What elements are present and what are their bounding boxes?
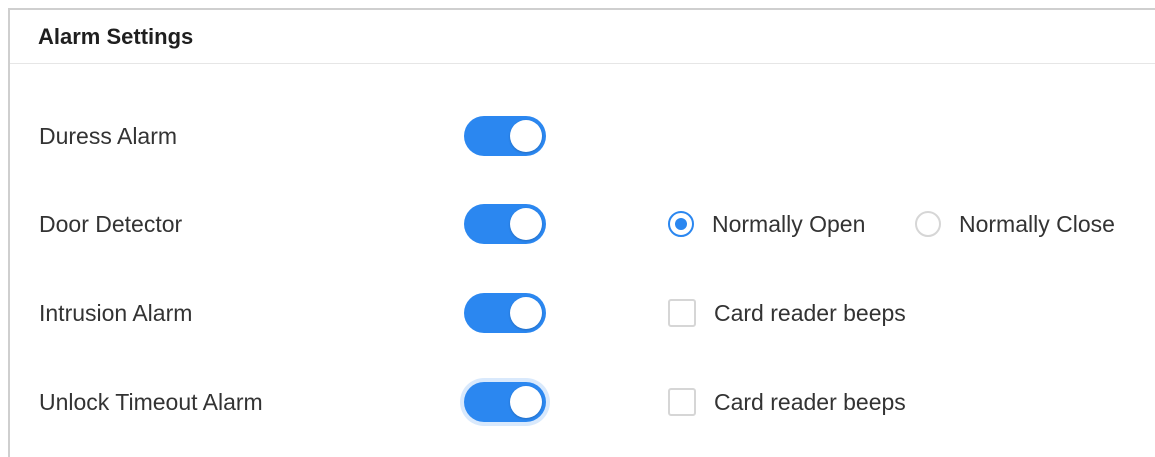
toggle-knob — [510, 120, 542, 152]
toggle-knob — [510, 208, 542, 240]
intrusion-card-reader-beeps-checkbox[interactable] — [668, 299, 696, 327]
unlock-timeout-alarm-row: Unlock Timeout Alarm Card reader beeps — [10, 382, 1155, 422]
unlock-timeout-card-reader-beeps-label: Card reader beeps — [714, 388, 906, 415]
normally-close-label: Normally Close — [959, 210, 1115, 237]
panel-title: Alarm Settings — [38, 23, 194, 49]
unlock-timeout-alarm-label: Unlock Timeout Alarm — [39, 388, 263, 415]
duress-alarm-toggle[interactable] — [464, 116, 546, 156]
unlock-timeout-card-reader-beeps-checkbox[interactable] — [668, 388, 696, 416]
unlock-timeout-card-reader-beeps-option[interactable]: Card reader beeps — [668, 388, 906, 416]
normally-open-radio[interactable] — [668, 211, 694, 237]
panel-header: Alarm Settings — [10, 10, 1155, 64]
intrusion-card-reader-beeps-option[interactable]: Card reader beeps — [668, 299, 906, 327]
toggle-knob — [510, 386, 542, 418]
intrusion-alarm-toggle[interactable] — [464, 293, 546, 333]
door-detector-row: Door Detector Normally Open Normally Clo… — [10, 204, 1155, 244]
normally-close-radio[interactable] — [915, 211, 941, 237]
toggle-knob — [510, 297, 542, 329]
intrusion-alarm-row: Intrusion Alarm Card reader beeps — [10, 293, 1155, 333]
intrusion-card-reader-beeps-label: Card reader beeps — [714, 299, 906, 326]
unlock-timeout-alarm-toggle[interactable] — [464, 382, 546, 422]
intrusion-alarm-label: Intrusion Alarm — [39, 299, 193, 326]
normally-close-radio-option[interactable]: Normally Close — [915, 211, 1115, 238]
door-detector-toggle[interactable] — [464, 204, 546, 244]
normally-open-radio-option[interactable]: Normally Open — [668, 211, 865, 238]
duress-alarm-row: Duress Alarm — [10, 116, 1155, 156]
alarm-settings-panel: Alarm Settings Duress Alarm Door Detecto… — [8, 8, 1155, 457]
duress-alarm-label: Duress Alarm — [39, 122, 178, 149]
door-detector-label: Door Detector — [39, 210, 183, 237]
normally-open-label: Normally Open — [712, 210, 866, 237]
